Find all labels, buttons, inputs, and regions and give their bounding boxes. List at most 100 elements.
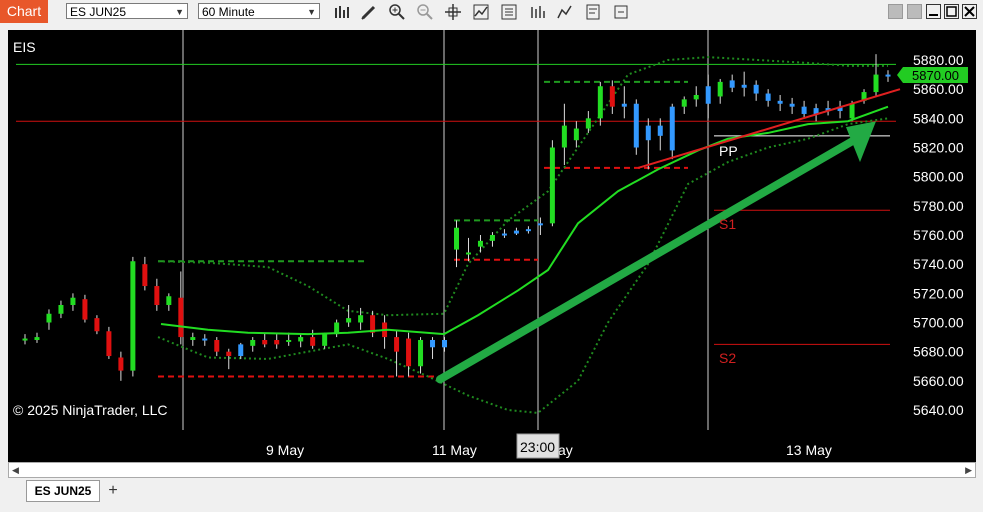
candle-body bbox=[106, 331, 112, 357]
candle-body bbox=[118, 357, 124, 371]
candle-body bbox=[22, 338, 28, 341]
candle-body bbox=[645, 125, 651, 141]
current-price-label: 5870.00 bbox=[912, 68, 959, 83]
candle-body bbox=[214, 340, 220, 352]
candle-body bbox=[250, 340, 256, 346]
candle-body bbox=[573, 128, 579, 141]
candle-body bbox=[681, 99, 687, 107]
candle-body bbox=[609, 86, 615, 107]
chart-panel[interactable]: EIS © 2025 NinjaTrader, LLC PP S1 S2 588… bbox=[8, 30, 976, 462]
candle-body bbox=[70, 297, 76, 305]
candle-body bbox=[346, 318, 352, 323]
add-tab-button[interactable]: + bbox=[104, 482, 122, 500]
price-chart[interactable]: EIS © 2025 NinjaTrader, LLC PP S1 S2 588… bbox=[8, 30, 976, 462]
chevron-down-icon: ▼ bbox=[175, 7, 184, 17]
window-option-button[interactable] bbox=[888, 4, 903, 19]
drawing-tool-icon[interactable] bbox=[556, 3, 574, 21]
price-axis-label: 5720.00 bbox=[913, 285, 964, 301]
scroll-left-icon[interactable]: ◀ bbox=[12, 465, 19, 476]
candle-body bbox=[298, 337, 304, 342]
price-axis-label: 5880.00 bbox=[913, 52, 964, 68]
candle-body bbox=[753, 84, 759, 94]
candle-body bbox=[633, 103, 639, 148]
price-axis-label: 5680.00 bbox=[913, 344, 964, 360]
candle-body bbox=[190, 337, 196, 340]
date-label-9-may: 9 May bbox=[266, 442, 304, 458]
price-axis-label: 5760.00 bbox=[913, 227, 964, 243]
candle-body bbox=[765, 93, 771, 101]
pivot-label-pp: PP bbox=[719, 143, 738, 159]
candle-body bbox=[262, 340, 268, 345]
instrument-selector[interactable]: ES JUN25 ▼ bbox=[66, 3, 188, 19]
candle-body bbox=[430, 340, 436, 348]
candle-body bbox=[178, 297, 184, 338]
candle-body bbox=[94, 318, 100, 332]
window-option-button[interactable] bbox=[907, 4, 922, 19]
candle-body bbox=[513, 230, 519, 234]
zoom-out-icon[interactable] bbox=[416, 3, 434, 21]
candle-body bbox=[873, 74, 879, 93]
tab-es-jun25[interactable]: ES JUN25 bbox=[26, 480, 100, 502]
candle-body bbox=[202, 338, 208, 341]
candle-body bbox=[442, 340, 448, 348]
maximize-button[interactable] bbox=[944, 4, 959, 19]
scroll-right-icon[interactable]: ▶ bbox=[965, 465, 972, 476]
candle-body bbox=[58, 305, 64, 314]
tab-strip bbox=[0, 478, 983, 512]
candle-body bbox=[597, 86, 603, 119]
close-button[interactable] bbox=[962, 4, 977, 19]
properties-icon[interactable] bbox=[584, 3, 602, 21]
price-axis-label: 5840.00 bbox=[913, 110, 964, 126]
date-label-partial: ay bbox=[558, 442, 573, 458]
bars-type-icon[interactable] bbox=[332, 3, 350, 21]
candle-body bbox=[310, 337, 316, 346]
horizontal-scrollbar[interactable]: ◀ ▶ bbox=[8, 462, 976, 478]
candle-body bbox=[717, 81, 723, 97]
candle-body bbox=[166, 296, 172, 305]
more-icon[interactable] bbox=[612, 3, 630, 21]
candle-body bbox=[729, 80, 735, 88]
candle-body bbox=[585, 118, 591, 129]
candle-body bbox=[621, 103, 627, 107]
instrument-value: ES JUN25 bbox=[70, 5, 127, 19]
candle-body bbox=[489, 235, 495, 241]
pivot-label-s2: S2 bbox=[719, 350, 736, 366]
candle-body bbox=[394, 337, 400, 352]
current-price-badge: 5870.00 bbox=[897, 67, 968, 83]
interval-selector[interactable]: 60 Minute ▼ bbox=[198, 3, 320, 19]
candle-body bbox=[705, 86, 711, 104]
crosshair-icon[interactable] bbox=[444, 3, 462, 21]
data-box-icon[interactable] bbox=[528, 3, 546, 21]
indicators-icon[interactable] bbox=[472, 3, 490, 21]
candle-body bbox=[34, 337, 40, 340]
candle-body bbox=[274, 340, 280, 345]
candle-body bbox=[154, 286, 160, 305]
candle-body bbox=[358, 315, 364, 323]
candle-body bbox=[501, 233, 507, 236]
title-bar: Chart ES JUN25 ▼ 60 Minute ▼ bbox=[0, 0, 983, 24]
strategies-icon[interactable] bbox=[500, 3, 518, 21]
candle-body bbox=[130, 261, 136, 371]
price-axis-label: 5640.00 bbox=[913, 402, 964, 418]
price-axis-label: 5800.00 bbox=[913, 169, 964, 185]
candle-body bbox=[322, 334, 328, 346]
candle-body bbox=[885, 74, 891, 77]
candle-body bbox=[226, 351, 232, 357]
candle-body bbox=[777, 100, 783, 104]
bollinger-lower bbox=[157, 117, 889, 414]
zoom-in-icon[interactable] bbox=[388, 3, 406, 21]
minimize-button[interactable] bbox=[926, 4, 941, 19]
candle-body bbox=[537, 223, 543, 226]
copyright-text: © 2025 NinjaTrader, LLC bbox=[13, 402, 168, 418]
pencil-icon[interactable] bbox=[360, 3, 378, 21]
chart-window-label[interactable]: Chart bbox=[0, 0, 48, 23]
price-axis-label: 5700.00 bbox=[913, 315, 964, 331]
date-label-11-may: 11 May bbox=[432, 442, 477, 458]
price-axis-label: 5660.00 bbox=[913, 373, 964, 389]
price-axis-label: 5860.00 bbox=[913, 81, 964, 97]
candle-body bbox=[741, 84, 747, 88]
crosshair-time-label: 23:00 bbox=[520, 439, 555, 455]
interval-value: 60 Minute bbox=[202, 5, 255, 19]
chevron-down-icon: ▼ bbox=[307, 7, 316, 17]
candle-body bbox=[465, 252, 471, 255]
